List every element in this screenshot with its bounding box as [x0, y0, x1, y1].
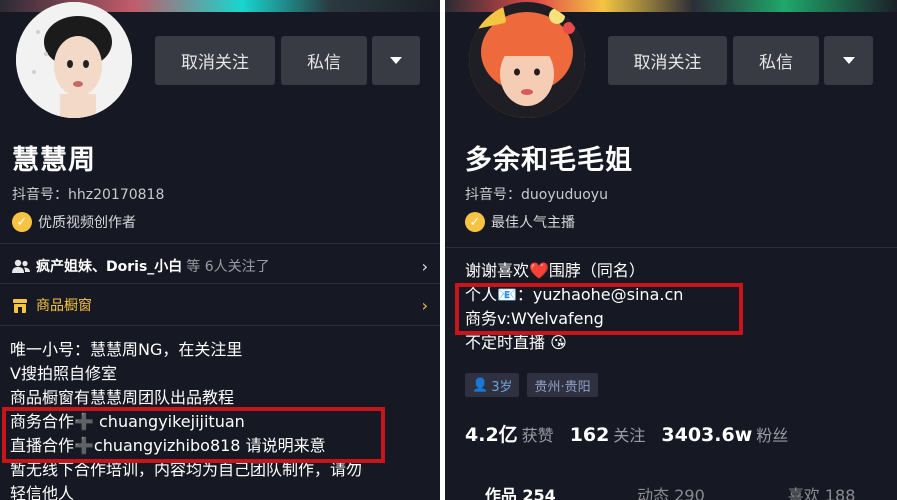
mutual-follow-names: 疯产姐妹、Doris_小白	[36, 259, 183, 275]
fans-count: 3403.6w	[661, 424, 753, 446]
avatar[interactable]	[16, 2, 132, 118]
following-stat[interactable]: 162 关注	[570, 422, 646, 446]
mutual-follow-row[interactable]: 疯产姐妹、Doris_小白 等 6人关注了 ›	[12, 255, 428, 277]
shop-window-label: 商品橱窗	[36, 298, 92, 314]
tab-works[interactable]: 作品 254	[445, 482, 596, 500]
message-button[interactable]: 私信	[733, 36, 819, 85]
unfollow-button[interactable]: 取消关注	[155, 36, 275, 85]
chevron-right-icon: ›	[421, 296, 428, 315]
content-tabs: 作品 254 动态 290 喜欢 188	[445, 482, 897, 500]
douyin-id: 抖音号：duoyuduoyu	[465, 187, 608, 203]
right-profile-panel: 取消关注 私信 多余和毛毛姐 抖音号：duoyuduoyu ✓ 最佳人气主播 谢…	[445, 0, 897, 500]
bio-line: V搜拍照自修室	[10, 364, 117, 383]
verification-badge: ✓ 优质视频创作者	[12, 212, 136, 232]
likes-count: 4.2亿	[465, 424, 518, 446]
age-tag-label: 3岁	[491, 379, 513, 395]
verification-label: 优质视频创作者	[38, 215, 136, 231]
shop-icon	[13, 298, 27, 313]
fans-stat[interactable]: 3403.6w 粉丝	[661, 422, 788, 446]
divider	[0, 325, 440, 326]
more-dropdown-button[interactable]	[372, 36, 420, 85]
more-dropdown-button[interactable]	[824, 36, 873, 85]
person-icon: 👤	[472, 377, 489, 393]
following-count: 162	[569, 424, 610, 446]
chevron-down-icon	[842, 57, 855, 64]
left-profile-panel: 取消关注 私信 慧慧周 抖音号：hhz20170818 ✓ 优质视频创作者 疯产…	[0, 0, 440, 500]
following-label: 关注	[613, 426, 646, 445]
highlight-box	[2, 407, 385, 463]
avatar[interactable]	[469, 2, 585, 118]
age-tag: 👤 3岁	[465, 373, 520, 397]
location-tag: 贵州·贵阳	[527, 373, 598, 397]
tab-likes[interactable]: 喜欢 188	[746, 482, 897, 500]
avatar-photo	[469, 2, 585, 118]
bio-line: 唯一小号：慧慧周NG，在关注里	[10, 340, 243, 359]
profile-name: 多余和毛毛姐	[465, 145, 633, 176]
likes-stat[interactable]: 4.2亿 获赞	[465, 420, 554, 447]
avatar-photo	[16, 2, 132, 118]
mutual-follow-suffix: 等 6人关注了	[186, 259, 270, 275]
profile-tags: 👤 3岁 贵州·贵阳	[465, 373, 598, 397]
bio-line: 谢谢喜欢❤️围脖（同名）	[465, 261, 645, 280]
verification-label: 最佳人气主播	[491, 215, 575, 231]
divider	[445, 247, 897, 248]
verification-badge: ✓ 最佳人气主播	[465, 212, 575, 232]
likes-label: 获赞	[521, 426, 554, 445]
unfollow-button[interactable]: 取消关注	[608, 36, 727, 85]
bio-line: 轻信他人	[10, 484, 75, 500]
shop-window-row[interactable]: 商品橱窗 ›	[12, 294, 428, 316]
divider	[0, 283, 440, 284]
divider	[0, 243, 440, 244]
chevron-down-icon	[390, 57, 402, 64]
message-button[interactable]: 私信	[281, 36, 367, 85]
profile-stats: 4.2亿 获赞 162 关注 3403.6w 粉丝	[465, 420, 788, 447]
profile-name: 慧慧周	[12, 145, 96, 176]
chevron-right-icon: ›	[421, 257, 428, 276]
douyin-id: 抖音号：hhz20170818	[12, 187, 165, 203]
tab-activity[interactable]: 动态 290	[596, 482, 747, 500]
verified-check-icon: ✓	[12, 212, 32, 232]
users-icon	[12, 259, 30, 273]
fans-label: 粉丝	[756, 426, 789, 445]
highlight-box	[455, 283, 743, 335]
verified-check-icon: ✓	[465, 212, 485, 232]
